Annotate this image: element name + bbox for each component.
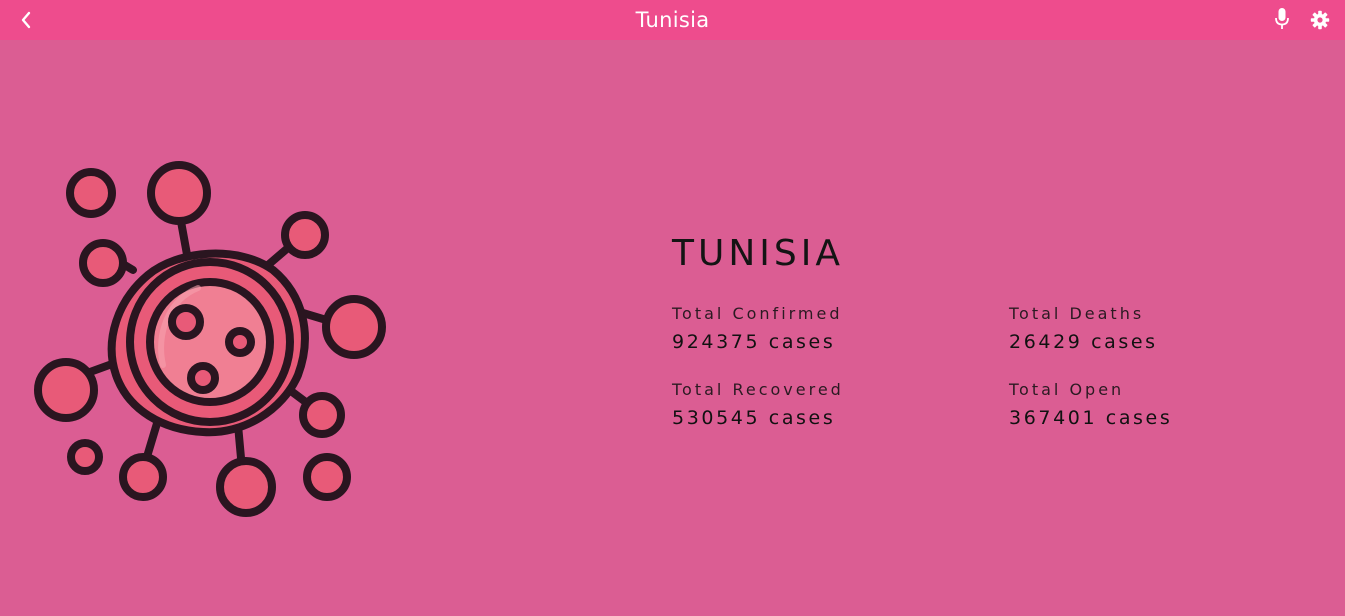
- microphone-icon: [1275, 8, 1289, 29]
- stat-total-open: Total Open 367401 cases: [1009, 380, 1289, 430]
- page-title: Tunisia: [635, 8, 710, 32]
- stat-total-confirmed: Total Confirmed 924375 cases: [672, 304, 1009, 354]
- stat-total-deaths: Total Deaths 26429 cases: [1009, 304, 1289, 354]
- voice-search-button[interactable]: [1270, 5, 1294, 33]
- stat-label: Total Recovered: [672, 380, 844, 399]
- gear-icon: [1310, 10, 1330, 30]
- stat-label: Total Open: [1009, 380, 1125, 399]
- top-bar: Tunisia: [0, 0, 1345, 40]
- stat-value: 924375 cases: [672, 331, 836, 353]
- stat-label: Total Confirmed: [672, 304, 843, 323]
- stats-grid: Total Confirmed 924375 cases Total Death…: [672, 304, 1292, 430]
- stat-label: Total Deaths: [1009, 304, 1145, 323]
- settings-button[interactable]: [1307, 8, 1333, 32]
- stat-value: 367401 cases: [1009, 407, 1173, 429]
- stat-value: 530545 cases: [672, 407, 836, 429]
- stat-total-recovered: Total Recovered 530545 cases: [672, 380, 1009, 430]
- stat-value: 26429 cases: [1009, 331, 1158, 353]
- country-name: TUNISIA: [672, 233, 844, 274]
- country-stats-panel: TUNISIA Total Confirmed 924375 cases Tot…: [672, 232, 1292, 430]
- virus-icon: [34, 161, 386, 517]
